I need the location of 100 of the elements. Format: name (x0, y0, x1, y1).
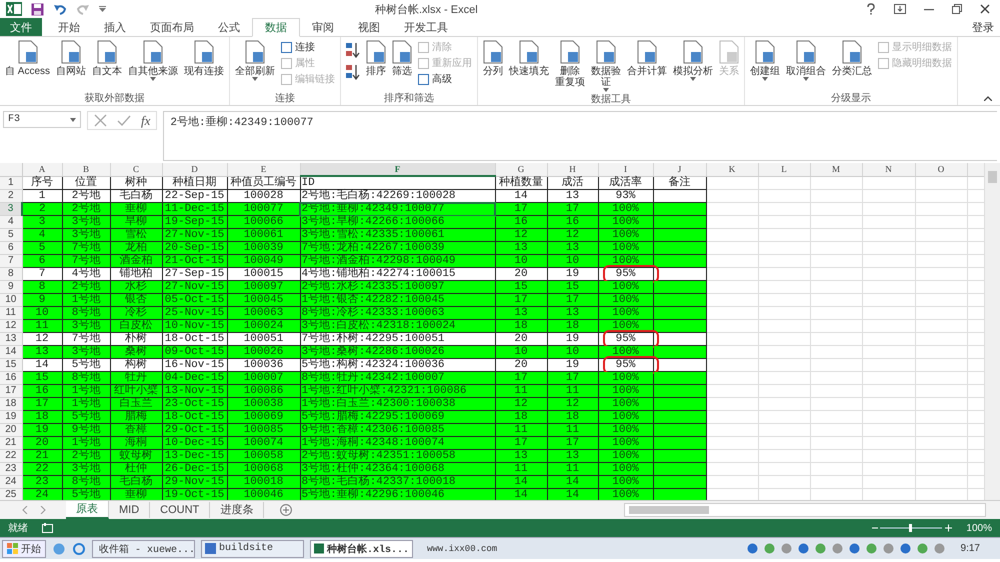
row-number[interactable]: 15 (0, 358, 22, 372)
row-number[interactable]: 25 (0, 488, 22, 500)
ribbon-button[interactable]: 取消组合 (784, 39, 828, 92)
macro-record-icon[interactable] (42, 523, 53, 533)
row-number[interactable]: 10 (0, 294, 22, 306)
row-number[interactable]: 6 (0, 242, 22, 254)
ribbon-tab[interactable]: 页面布局 (138, 18, 206, 36)
row-number[interactable]: 24 (0, 476, 22, 488)
save-icon[interactable] (31, 2, 44, 16)
undo-icon[interactable] (53, 3, 67, 15)
row-number[interactable]: 21 (0, 436, 22, 450)
restore-icon[interactable] (952, 4, 962, 14)
row-number[interactable]: 13 (0, 332, 22, 346)
horizontal-scrollbar[interactable] (624, 503, 986, 517)
cancel-icon[interactable] (94, 114, 107, 127)
ribbon-button[interactable]: 自 Access (3, 39, 52, 92)
zoom-level[interactable]: 100% (966, 522, 992, 534)
row-number[interactable]: 20 (0, 424, 22, 436)
collapse-ribbon-icon[interactable] (984, 96, 992, 101)
sign-in-link[interactable]: 登录 (966, 18, 1000, 36)
row-number[interactable]: 12 (0, 320, 22, 332)
tray-icon[interactable] (814, 543, 826, 554)
name-box[interactable]: F3 (3, 111, 81, 128)
column-header[interactable]: J (653, 163, 706, 176)
tray-icon[interactable] (746, 543, 758, 554)
taskbar-window-button[interactable]: 种树台帐.xls... (310, 540, 413, 558)
sort-ascending-icon[interactable] (346, 42, 360, 58)
column-header[interactable]: I (598, 163, 653, 176)
insert-function-button[interactable]: fx (141, 112, 150, 128)
ribbon-button[interactable]: 全部刷新 (233, 39, 278, 92)
file-tab[interactable]: 文件 (0, 18, 42, 36)
ribbon-button[interactable]: 创建组 (748, 39, 782, 92)
ribbon-button[interactable]: 自网站 (54, 39, 88, 92)
row-number[interactable]: 16 (0, 372, 22, 384)
column-header[interactable]: D (162, 163, 227, 176)
ribbon-button[interactable]: 快速填充 (507, 39, 552, 93)
sheet-tab[interactable]: MID (109, 502, 150, 518)
column-header[interactable]: M (810, 163, 862, 176)
column-header[interactable]: G (495, 163, 547, 176)
row-number[interactable]: 8 (0, 268, 22, 280)
row-number[interactable]: 18 (0, 398, 22, 410)
tray-icon[interactable] (780, 543, 792, 554)
tray-icon[interactable] (882, 543, 894, 554)
row-number[interactable]: 3 (0, 202, 22, 216)
column-header[interactable]: N (862, 163, 915, 176)
previous-sheet-icon[interactable] (22, 506, 28, 514)
column-header[interactable]: C (110, 163, 162, 176)
column-header[interactable]: A (22, 163, 62, 176)
tray-icon[interactable] (900, 543, 911, 554)
add-sheet-icon[interactable] (280, 504, 292, 516)
ribbon-button[interactable]: 合并计算 (625, 39, 670, 93)
row-number[interactable]: 14 (0, 346, 22, 358)
row-number[interactable]: 7 (0, 254, 22, 268)
sheet-tab[interactable]: 进度条 (210, 502, 264, 518)
browser-icon[interactable] (72, 542, 86, 554)
taskbar-window-button[interactable]: buildsite (201, 540, 304, 558)
column-header[interactable]: F (300, 163, 495, 176)
column-header[interactable]: B (62, 163, 110, 176)
ribbon-button[interactable]: 数据验 证 (589, 39, 624, 93)
ribbon-button[interactable]: 高级 (418, 72, 472, 86)
ribbon-tab[interactable]: 审阅 (300, 18, 346, 36)
taskbar-window-button[interactable]: 收件箱 - xuewe... (92, 540, 195, 558)
ribbon-display-icon[interactable] (894, 4, 906, 14)
column-header[interactable]: O (915, 163, 967, 176)
row-number[interactable]: 2 (0, 190, 22, 202)
sheet-tab[interactable]: COUNT (150, 502, 210, 518)
tray-icon[interactable] (832, 543, 843, 554)
customize-caret-icon[interactable] (99, 6, 106, 12)
ribbon-tab[interactable]: 插入 (92, 18, 138, 36)
ribbon-button[interactable]: 筛选 (390, 39, 414, 92)
ribbon-tab[interactable]: 数据 (252, 18, 300, 37)
tray-icon[interactable] (764, 543, 775, 554)
ribbon-button[interactable]: 自其他来源 (126, 39, 180, 92)
row-number[interactable]: 17 (0, 384, 22, 398)
help-icon[interactable] (866, 3, 876, 15)
tray-icon[interactable] (866, 543, 877, 554)
row-number[interactable]: 23 (0, 462, 22, 476)
sort-descending-icon[interactable] (346, 64, 360, 80)
ribbon-tab[interactable]: 开发工具 (392, 18, 460, 36)
sheet-tab[interactable]: 原表 (66, 501, 109, 519)
row-number[interactable]: 19 (0, 410, 22, 424)
ribbon-tab[interactable]: 视图 (346, 18, 392, 36)
row-number[interactable]: 4 (0, 216, 22, 228)
column-header[interactable]: K (706, 163, 758, 176)
row-number[interactable]: 1 (0, 176, 22, 190)
column-header[interactable]: H (547, 163, 598, 176)
ribbon-button[interactable]: 排序 (364, 39, 388, 92)
ribbon-tab[interactable]: 公式 (206, 18, 252, 36)
ribbon-button[interactable]: 现有连接 (182, 39, 226, 92)
ribbon-button[interactable]: 分类汇总 (830, 39, 874, 92)
row-number[interactable]: 11 (0, 306, 22, 320)
zoom-slider-icon[interactable] (872, 523, 952, 533)
row-number[interactable]: 9 (0, 280, 22, 294)
ribbon-button[interactable]: 分列 (481, 39, 506, 93)
tray-icon[interactable] (848, 543, 860, 554)
row-number[interactable]: 22 (0, 450, 22, 462)
formula-field[interactable]: 2号地:垂柳:42349:100077 (163, 111, 997, 161)
column-header[interactable]: L (758, 163, 810, 176)
ribbon-button[interactable]: 删除 重复项 (553, 39, 588, 93)
ribbon-button[interactable]: 连接 (281, 40, 336, 54)
